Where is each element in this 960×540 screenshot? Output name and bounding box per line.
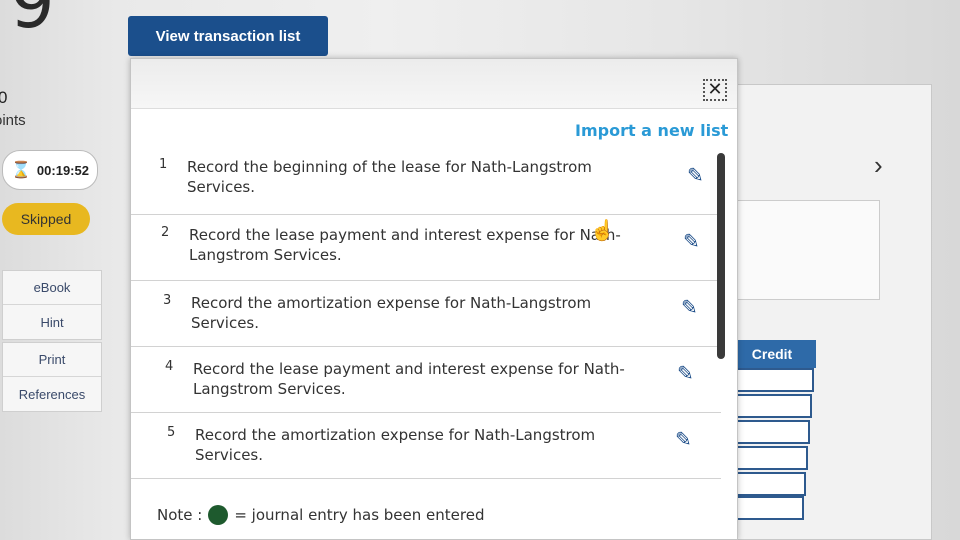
row-number: 2 — [161, 225, 170, 240]
skipped-badge: Skipped — [2, 203, 90, 235]
pencil-icon[interactable]: ✎ — [675, 427, 692, 452]
row-text: Record the beginning of the lease for Na… — [187, 158, 592, 196]
transaction-row: 4 Record the lease payment and interest … — [131, 347, 721, 413]
legend-note: Note : = journal entry has been entered — [157, 505, 484, 525]
timer-text: 00:19:52 — [36, 162, 89, 178]
hint-link[interactable]: Hint — [3, 305, 101, 339]
row-text: Record the lease payment and interest ex… — [193, 360, 625, 398]
timer-badge: ⌛ 00:19:52 — [2, 150, 98, 190]
credit-input[interactable] — [726, 394, 812, 418]
resource-group-1: eBook Hint — [2, 270, 102, 340]
transaction-list-modal: ✕ Import a new list 1 Record the beginni… — [130, 58, 738, 540]
journal-entered-dot-icon — [208, 505, 229, 525]
row-text: Record the amortization expense for Nath… — [195, 426, 596, 464]
pencil-icon[interactable]: ✎ — [681, 295, 698, 320]
print-link[interactable]: Print — [3, 343, 101, 377]
modal-header — [131, 59, 737, 109]
import-new-list-link[interactable]: Import a new list — [575, 121, 728, 140]
row-text: Record the amortization expense for Nath… — [191, 294, 592, 332]
row-number: 3 — [163, 293, 172, 308]
points-label: oints — [0, 112, 26, 129]
chevron-right-icon[interactable]: › — [874, 150, 883, 181]
ebook-link[interactable]: eBook — [3, 271, 101, 305]
row-number: 5 — [167, 425, 176, 440]
background-inner-box — [728, 200, 880, 300]
pencil-icon[interactable]: ✎ — [677, 361, 694, 386]
points-value: 0 — [0, 88, 8, 107]
transaction-row: 3 Record the amortization expense for Na… — [131, 281, 721, 347]
credit-input[interactable] — [728, 368, 814, 392]
close-icon[interactable]: ✕ — [703, 79, 727, 101]
credit-column-header: Credit — [728, 340, 816, 368]
view-transaction-list-button[interactable]: View transaction list — [128, 16, 328, 56]
hourglass-icon: ⌛ — [11, 162, 31, 179]
note-prefix: Note : — [157, 506, 203, 524]
transaction-row: 1 Record the beginning of the lease for … — [131, 149, 721, 215]
transaction-row: 2 Record the lease payment and interest … — [131, 215, 721, 281]
pencil-icon[interactable]: ✎ — [683, 229, 700, 254]
hand-cursor-icon: ☝ — [590, 220, 615, 242]
question-number: 9 — [10, 0, 55, 44]
resource-group-2: Print References — [2, 342, 102, 412]
row-number: 1 — [159, 157, 168, 172]
pencil-icon[interactable]: ✎ — [687, 163, 704, 188]
transaction-row: 5 Record the amortization expense for Na… — [131, 413, 721, 479]
references-link[interactable]: References — [3, 377, 101, 411]
row-number: 4 — [165, 359, 174, 374]
scrollbar[interactable] — [717, 153, 725, 359]
row-text: Record the lease payment and interest ex… — [189, 226, 621, 264]
note-suffix: = journal entry has been entered — [234, 506, 485, 524]
